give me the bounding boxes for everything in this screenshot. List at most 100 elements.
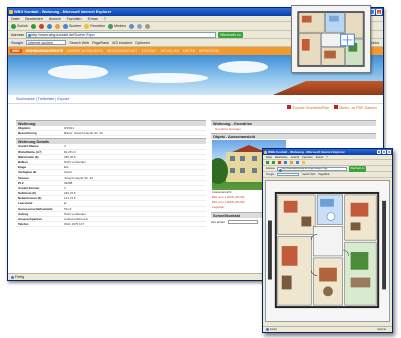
site-logo[interactable]: WBG — [10, 49, 22, 53]
second-google-logo[interactable]: Google — [266, 173, 274, 176]
floorplan-image — [265, 180, 390, 322]
popup-blocked-button[interactable]: 423 blockiert — [112, 41, 132, 45]
menu-favorites[interactable]: Favoriten — [67, 17, 82, 21]
row-value: 82,28 m² — [64, 149, 76, 154]
search-web-button[interactable]: Search Web — [69, 41, 89, 45]
second-pagerank[interactable]: PageRank — [318, 173, 329, 176]
row-label: Nebenkosten (€) — [18, 196, 42, 201]
go-button[interactable]: Wechseln zu — [218, 31, 243, 38]
refresh-icon — [46, 23, 52, 29]
menu-tools[interactable]: Extras — [88, 17, 98, 21]
apartment-details-column: Wohnung Objektnr. 6/3/621 Bezeichnung Bülow… — [16, 120, 206, 228]
forward-button[interactable] — [30, 23, 36, 29]
floorplan-drawing — [297, 11, 365, 67]
second-google-toolbar: Google Search Web PageRank — [263, 172, 392, 178]
refresh-icon[interactable] — [284, 161, 287, 164]
nav-apartments[interactable]: UNSERE WOHNUNGEN — [67, 49, 103, 53]
nav-cooperative[interactable]: GENOSSENSCHAFT — [107, 49, 138, 53]
nav-imprint[interactable]: IMPRESSUM — [199, 49, 218, 53]
pdf-top-link[interactable]: Mieter- zu PDF-Dateien — [334, 105, 377, 110]
toolbar-search-input[interactable]: internet suchen — [26, 40, 67, 45]
row-value: 39288 — [64, 180, 73, 185]
menu-view[interactable]: Ansicht — [49, 17, 61, 21]
row-label: Kaltmiete (€) — [18, 191, 37, 196]
second-menu-file[interactable]: Datei — [266, 156, 272, 159]
menu-file[interactable]: Datei — [11, 17, 19, 21]
close-button[interactable]: × — [376, 9, 382, 15]
address-label: Adresse — [11, 32, 25, 37]
contact-email-input[interactable] — [227, 220, 258, 224]
status-text: Fertig — [15, 275, 25, 279]
refresh-button[interactable] — [46, 23, 52, 29]
row-value: 4 — [64, 185, 66, 190]
row-label: Balkon — [18, 159, 29, 164]
row-label: Anzahl Räume — [18, 144, 39, 149]
back-arrow-icon[interactable] — [266, 161, 269, 164]
nav-tenants[interactable]: MIETER — [183, 49, 195, 53]
stop-icon — [38, 23, 44, 29]
back-button[interactable]: Zurück — [11, 23, 28, 29]
google-toolbar-logo[interactable]: Google — [11, 41, 23, 45]
star-icon[interactable] — [302, 161, 305, 164]
toolbar-options-button[interactable]: Optionen — [135, 41, 150, 45]
second-menu-help[interactable]: ? — [326, 156, 327, 159]
star-icon — [84, 23, 90, 29]
second-window-title: WBG Kontakt - Wohnung - Microsoft Intern… — [268, 150, 345, 154]
second-search-web-button[interactable]: Search Web — [302, 173, 315, 176]
second-menu-view[interactable]: Ansicht — [291, 156, 300, 159]
document-icon — [287, 105, 292, 109]
forward-arrow-icon[interactable] — [272, 161, 275, 164]
table-row: Bezeichnung Bülow: Joseph-Haydn-Str. 32 — [16, 131, 206, 137]
second-close-button[interactable]: × — [387, 150, 391, 154]
nav-news[interactable]: AKTUELLES — [161, 49, 179, 53]
print-button[interactable] — [144, 23, 150, 29]
ie-app-icon — [264, 150, 267, 154]
page-icon — [266, 328, 269, 331]
row-value: Bülow: Joseph-Haydn-Str. 32 — [64, 131, 103, 136]
address-input[interactable]: http://www.wbg-kontakt.de/Suche/ Expo — [26, 31, 217, 38]
details-table: Anzahl Räume 4 Wohnfläche (m²) 82,28 m² Warm… — [16, 144, 206, 228]
breadcrumb[interactable]: Suchmaske | Trefferliste | Exposé — [8, 95, 383, 104]
second-menu-favorites[interactable]: Favoriten — [302, 156, 313, 159]
ie-app-icon — [9, 10, 13, 14]
page-icon — [11, 275, 14, 279]
floorplan-top-link[interactable]: Exposé Grundriss/Plan — [287, 105, 329, 110]
stop-icon[interactable] — [278, 161, 281, 164]
row-value: 386,36 € — [64, 154, 76, 159]
second-menu-edit[interactable]: Bearbeiten — [275, 156, 288, 159]
stop-button[interactable] — [38, 23, 44, 29]
row-label: Telefon — [18, 222, 29, 227]
grundriss-heading: Wohnung - Grundriss — [211, 120, 376, 126]
menu-help[interactable]: ? — [104, 17, 106, 21]
nav-offers[interactable]: WOHNUNGSANGEBOTE — [26, 49, 63, 53]
pagerank-indicator[interactable]: PageRank — [92, 41, 109, 45]
mail-icon — [136, 23, 142, 29]
menu-edit[interactable]: Bearbeiten — [25, 17, 42, 21]
favorites-button[interactable]: Favoriten — [84, 23, 105, 29]
floorplan-preview-overlay[interactable] — [291, 5, 371, 73]
history-button[interactable] — [128, 23, 134, 29]
nav-contact[interactable]: KONTAKT — [142, 49, 157, 53]
home-icon[interactable] — [290, 161, 293, 164]
row-value: 121,72 € — [64, 196, 76, 201]
search-button[interactable]: Suchen — [62, 23, 81, 29]
second-window-controls: _ □ × — [377, 150, 391, 154]
home-button[interactable] — [54, 23, 60, 29]
row-label: Ansprechpartner — [18, 217, 43, 221]
row-label: Genossenschaftsanteile — [18, 206, 53, 211]
row-value: Nicht vorhanden — [64, 211, 86, 216]
search-icon[interactable] — [296, 161, 299, 164]
media-button[interactable]: Medien — [108, 23, 126, 29]
row-value: 0341 1675 137 — [64, 222, 85, 227]
second-search-input[interactable] — [277, 172, 300, 177]
second-minimize-button[interactable]: _ — [377, 150, 381, 154]
second-maximize-button[interactable]: □ — [382, 150, 386, 154]
second-address-input[interactable]: http://www.wbg-kontakt.de/scripts/images… — [276, 166, 347, 172]
row-value: 4 — [64, 144, 66, 149]
second-menu-tools[interactable]: Extras — [316, 156, 323, 159]
second-status-bar: Fertig Internet — [263, 326, 392, 332]
second-go-button[interactable]: Wechseln zu — [348, 165, 367, 172]
show-floorplan-link[interactable]: Grundriss anzeigen — [211, 127, 376, 132]
links-label[interactable]: Links — [371, 41, 379, 45]
mail-button[interactable] — [136, 23, 142, 29]
